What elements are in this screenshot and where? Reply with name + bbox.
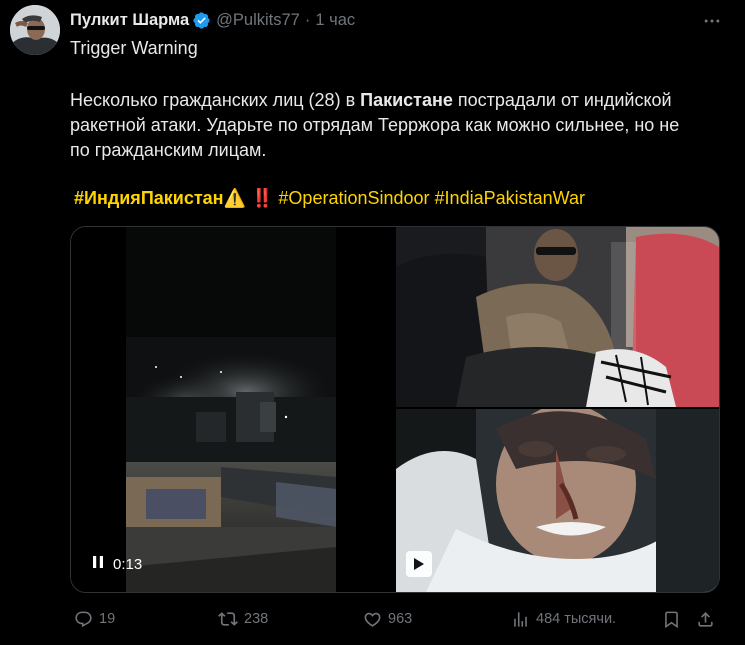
text-segment: Несколько гражданских лиц (28) в [70,90,361,110]
video-frame [126,227,336,592]
hashtag-india-pakistan-war[interactable]: #IndiaPakistanWar [435,188,585,208]
repost-button[interactable]: 238 [218,604,268,634]
reply-count: 19 [99,611,116,627]
tweet-text-line-3: по гражданским лицам. [70,140,267,160]
reply-button[interactable]: 19 [74,604,115,634]
separator-dot: · [304,10,311,29]
bookmark-icon [662,610,681,629]
bookmark-button[interactable] [662,604,681,634]
video-controls: 0:13 [87,552,146,576]
tweet-text-line-1: Несколько гражданских лиц (28) в Пакиста… [70,88,672,112]
views-count: 484 тысячи. [536,611,617,627]
more-icon[interactable] [697,9,727,33]
repost-icon [218,609,238,629]
like-icon [363,610,382,629]
repost-count: 238 [244,611,269,627]
like-count: 963 [388,611,413,627]
reply-icon [74,610,93,629]
video-player[interactable]: 0:13 [71,227,394,592]
tweet[interactable]: Пулкит Шарма @Pulkits77 · 1 час Trigger … [0,0,745,645]
avatar[interactable] [10,5,60,55]
text-bold-segment: Пакистане [360,90,453,110]
media-grid: 0:13 [70,226,720,593]
video-frame-image [126,227,336,592]
video-thumbnail [396,409,719,592]
hashtag-operation-sindoor[interactable]: #OperationSindoor [278,188,429,208]
tweet-intro: Trigger Warning [70,38,198,58]
text-segment: пострадали от индийской [452,90,672,110]
double-exclamation-emoji: ‼️ [250,188,274,208]
hashtag-india-pakistan[interactable]: #ИндияПакистан [74,188,224,208]
share-icon [696,610,715,629]
media-photo[interactable] [396,227,719,407]
warning-emoji: ⚠️ [223,188,246,208]
share-button[interactable] [696,604,715,634]
like-button[interactable]: 963 [363,604,412,634]
verified-badge-icon[interactable] [192,11,211,30]
video-time: 0:13 [113,555,143,573]
tweet-header: Пулкит Шарма @Pulkits77 · 1 час [70,9,355,31]
author-name[interactable]: Пулкит Шарма [70,11,189,30]
views-icon [511,610,530,629]
pause-icon[interactable] [91,554,105,575]
tweet-text-line-2: ракетной атаки. Ударьте по отрядам Террж… [70,115,680,135]
photo-image [396,227,719,407]
timestamp[interactable]: 1 час [315,11,355,30]
views-button[interactable]: 484 тысячи. [511,604,616,634]
media-video-2[interactable] [396,409,719,592]
play-icon[interactable] [406,551,432,577]
author-handle[interactable]: @Pulkits77 [216,11,300,30]
action-bar: 19 238 963 484 тысячи. [70,604,720,634]
hashtag-line: #ИндияПакистан⚠️ ‼️ #OperationSindoor #I… [74,186,585,210]
